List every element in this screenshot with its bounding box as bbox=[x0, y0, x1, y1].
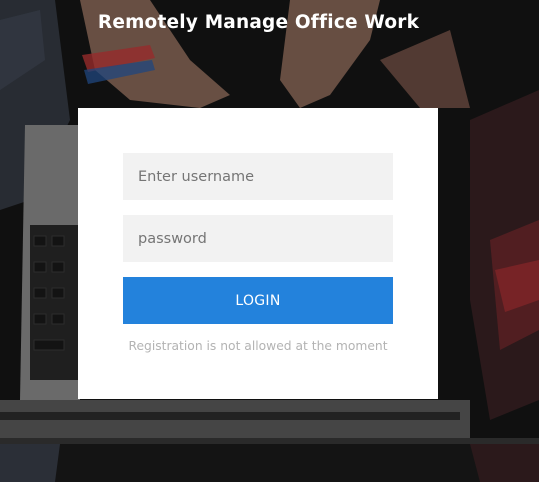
login-card: LOGIN Registration is not allowed at the… bbox=[78, 108, 438, 399]
registration-message: Registration is not allowed at the momen… bbox=[128, 339, 388, 353]
login-button[interactable]: LOGIN bbox=[123, 277, 393, 324]
background-divider bbox=[0, 438, 539, 444]
password-input[interactable] bbox=[123, 215, 393, 262]
login-page: Remotely Manage Office Work LOGIN Regist… bbox=[0, 0, 539, 482]
page-title: Remotely Manage Office Work bbox=[97, 12, 420, 33]
username-input[interactable] bbox=[123, 153, 393, 200]
